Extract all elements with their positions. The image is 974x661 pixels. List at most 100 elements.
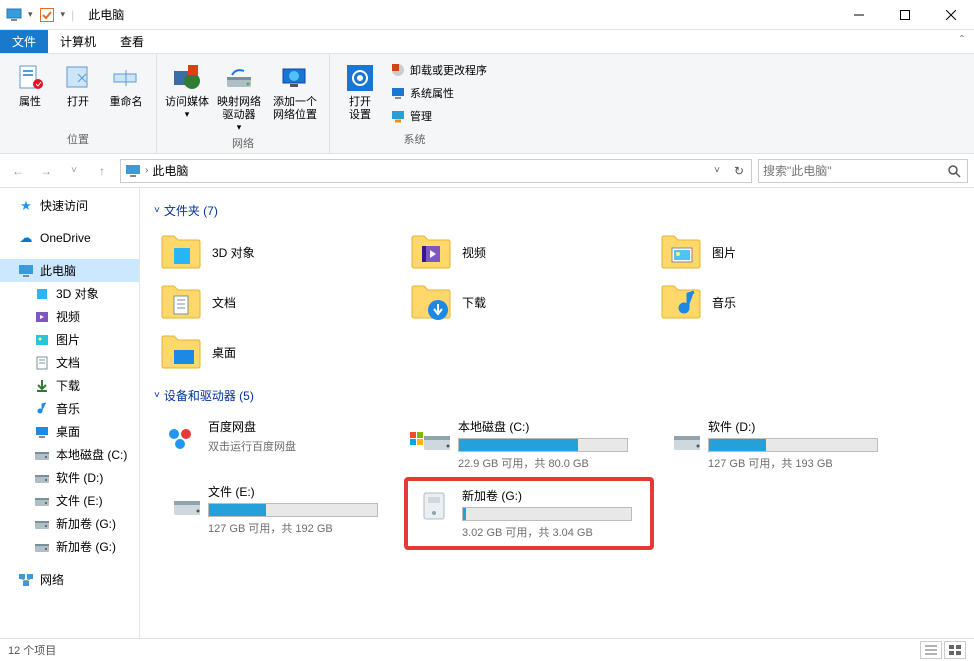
folder-item[interactable]: 视频: [404, 227, 654, 277]
sidebar-item[interactable]: 新加卷 (G:): [0, 535, 139, 558]
gear-icon: [344, 62, 376, 94]
close-button[interactable]: [928, 0, 974, 30]
sidebar-item-label: 桌面: [56, 423, 80, 440]
drive-capacity-text: 双击运行百度网盘: [208, 438, 398, 454]
sidebar-item-label: 音乐: [56, 400, 80, 417]
drive-item[interactable]: 本地磁盘 (C:)22.9 GB 可用，共 80.0 GB: [404, 412, 654, 477]
view-icons-button[interactable]: [944, 641, 966, 659]
network-icon: [18, 572, 34, 588]
forward-button[interactable]: →: [34, 159, 58, 183]
checkbox-icon[interactable]: [39, 7, 55, 23]
up-button[interactable]: ↑: [90, 159, 114, 183]
access-media-button[interactable]: 访问媒体 ▾: [165, 58, 209, 120]
ribbon-group-system: 打开 设置 卸载或更改程序 系统属性 管理 系统: [330, 54, 499, 153]
add-netloc-button[interactable]: 添加一个 网络位置: [269, 58, 321, 122]
dropdown-icon[interactable]: ▾: [61, 9, 66, 20]
sidebar-item[interactable]: 图片: [0, 328, 139, 351]
folder-item[interactable]: 图片: [654, 227, 904, 277]
drive-name: 软件 (D:): [708, 418, 898, 435]
drive-icon: [414, 487, 454, 527]
back-button[interactable]: ←: [6, 159, 30, 183]
drive-item[interactable]: 百度网盘双击运行百度网盘: [154, 412, 404, 477]
drive-icon: [160, 418, 200, 458]
properties-button[interactable]: 属性: [8, 58, 52, 109]
ribbon-group-network: 访问媒体 ▾ 映射网络 驱动器 ▾ 添加一个 网络位置 网络: [157, 54, 330, 153]
sidebar-item[interactable]: 桌面: [0, 420, 139, 443]
chevron-down-icon: ˅: [154, 390, 160, 401]
item-icon: [34, 332, 50, 348]
titlebar: ▾ ▾ | 此电脑: [0, 0, 974, 30]
item-icon: [34, 539, 50, 555]
view-details-button[interactable]: [920, 641, 942, 659]
chevron-right-icon[interactable]: ›: [145, 165, 148, 176]
item-icon: [34, 470, 50, 486]
ribbon-collapse-icon[interactable]: ˆ: [960, 33, 964, 47]
sidebar-item[interactable]: 新加卷 (G:): [0, 512, 139, 535]
recent-dropdown[interactable]: ˅: [62, 159, 86, 183]
drive-capacity-text: 22.9 GB 可用，共 80.0 GB: [458, 455, 648, 471]
chevron-down-icon: ▾: [185, 109, 190, 120]
ribbon-group-label: 系统: [404, 129, 426, 149]
drive-item[interactable]: 文件 (E:)127 GB 可用，共 192 GB: [154, 477, 404, 550]
sidebar-item-label: 文档: [56, 354, 80, 371]
minimize-button[interactable]: [836, 0, 882, 30]
dropdown-icon[interactable]: ▾: [28, 9, 33, 20]
sysprops-icon: [390, 85, 406, 101]
open-button[interactable]: 打开: [56, 58, 100, 109]
ribbon-group-location: 属性 打开 重命名 位置: [0, 54, 157, 153]
folder-item[interactable]: 下载: [404, 277, 654, 327]
search-input[interactable]: [763, 164, 945, 178]
divider: |: [71, 8, 74, 22]
item-icon: [34, 516, 50, 532]
tab-computer[interactable]: 计算机: [48, 30, 108, 53]
folder-item[interactable]: 桌面: [154, 327, 404, 377]
drive-capacity-text: 3.02 GB 可用，共 3.04 GB: [462, 524, 644, 540]
section-folders-header[interactable]: ˅ 文件夹 (7): [154, 198, 960, 227]
breadcrumb[interactable]: › 此电脑 ˅ ↻: [120, 159, 752, 183]
computer-icon: [18, 263, 34, 279]
folder-item[interactable]: 3D 对象: [154, 227, 404, 277]
drive-capacity-bar: [708, 438, 878, 452]
breadcrumb-text[interactable]: 此电脑: [152, 162, 188, 179]
manage-button[interactable]: 管理: [386, 106, 491, 126]
item-icon: [34, 309, 50, 325]
sidebar-item-network[interactable]: 网络: [0, 568, 139, 591]
drive-item[interactable]: 软件 (D:)127 GB 可用，共 193 GB: [654, 412, 904, 477]
open-settings-button[interactable]: 打开 设置: [338, 58, 382, 122]
tab-file[interactable]: 文件: [0, 30, 48, 53]
map-network-button[interactable]: 映射网络 驱动器 ▾: [213, 58, 265, 133]
rename-button[interactable]: 重命名: [104, 58, 148, 109]
maximize-button[interactable]: [882, 0, 928, 30]
sidebar-item[interactable]: 下载: [0, 374, 139, 397]
sidebar-item-label: 新加卷 (G:): [56, 515, 116, 532]
sidebar-item-onedrive[interactable]: ☁ OneDrive: [0, 227, 139, 249]
folder-icon: [410, 231, 452, 273]
sidebar-item[interactable]: 视频: [0, 305, 139, 328]
sidebar-item[interactable]: 音乐: [0, 397, 139, 420]
media-icon: [171, 62, 203, 94]
search-box[interactable]: [758, 159, 968, 183]
drive-capacity-bar: [462, 507, 632, 521]
sidebar-item[interactable]: 本地磁盘 (C:): [0, 443, 139, 466]
computer-icon: [125, 163, 141, 179]
folder-item[interactable]: 文档: [154, 277, 404, 327]
uninstall-button[interactable]: 卸载或更改程序: [386, 60, 491, 80]
folder-grid: 3D 对象视频图片文档下载音乐桌面: [154, 227, 960, 377]
sidebar-item[interactable]: 文件 (E:): [0, 489, 139, 512]
sidebar-item-thispc[interactable]: 此电脑: [0, 259, 139, 282]
main-content: ˅ 文件夹 (7) 3D 对象视频图片文档下载音乐桌面 ˅ 设备和驱动器 (5)…: [140, 188, 974, 638]
computer-icon: [6, 7, 22, 23]
breadcrumb-dropdown[interactable]: ˅: [707, 161, 727, 181]
sidebar-item[interactable]: 文档: [0, 351, 139, 374]
drive-item[interactable]: 新加卷 (G:)3.02 GB 可用，共 3.04 GB: [404, 477, 654, 550]
folder-icon: [660, 231, 702, 273]
sidebar-item-quickaccess[interactable]: ★ 快速访问: [0, 194, 139, 217]
sysprops-button[interactable]: 系统属性: [386, 83, 491, 103]
tab-view[interactable]: 查看: [108, 30, 156, 53]
sidebar-item[interactable]: 软件 (D:): [0, 466, 139, 489]
search-icon[interactable]: [945, 162, 963, 180]
refresh-button[interactable]: ↻: [729, 161, 749, 181]
folder-item[interactable]: 音乐: [654, 277, 904, 327]
section-drives-header[interactable]: ˅ 设备和驱动器 (5): [154, 383, 960, 412]
sidebar-item[interactable]: 3D 对象: [0, 282, 139, 305]
